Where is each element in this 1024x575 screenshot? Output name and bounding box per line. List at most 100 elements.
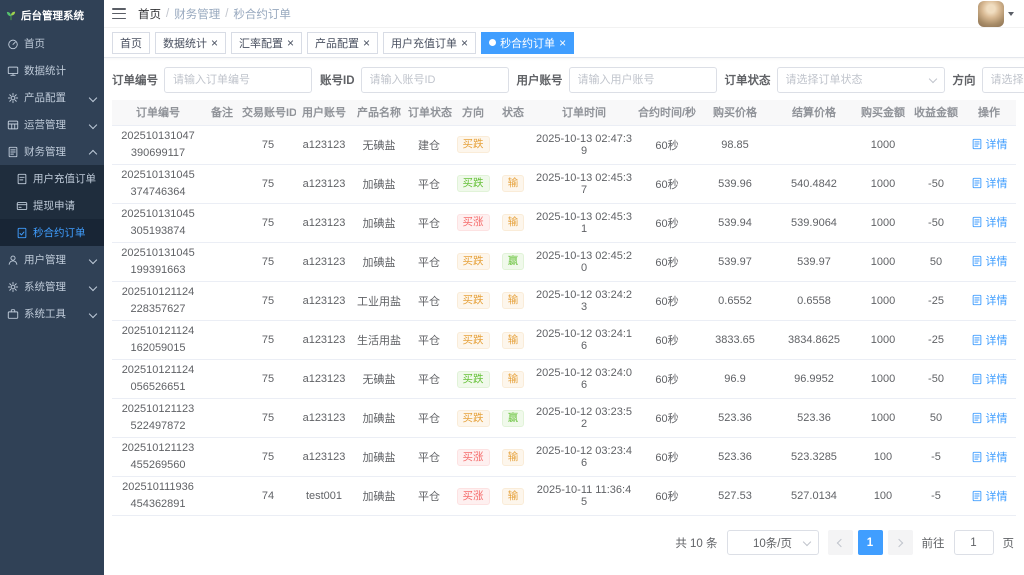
cell-profit: -50 bbox=[910, 164, 962, 203]
cell-buy-price: 539.97 bbox=[698, 242, 772, 281]
cell-settle-price bbox=[772, 125, 856, 164]
detail-icon bbox=[971, 490, 983, 502]
cell-duration: 60秒 bbox=[636, 281, 698, 320]
direction-badge: 买跌 bbox=[457, 410, 490, 427]
cell-product: 加碘盐 bbox=[352, 438, 406, 477]
tabs-bar: 首页 数据统计 × 汇率配置 × 产品配置 × bbox=[104, 28, 1024, 58]
cell-product: 无碘盐 bbox=[352, 360, 406, 399]
tab[interactable]: 用户充值订单 × bbox=[383, 32, 476, 54]
sidebar-item[interactable]: 产品配置 bbox=[0, 84, 104, 111]
cell-user-account: a123123 bbox=[296, 438, 352, 477]
table-row: 202510111936 454362891 74 test001 加碘盐 平仓… bbox=[112, 477, 1016, 516]
chevron-icon bbox=[89, 94, 97, 102]
breadcrumb-item[interactable]: 财务管理 bbox=[174, 6, 220, 22]
tab[interactable]: 秒合约订单 × bbox=[481, 32, 574, 54]
detail-link[interactable]: 详情 bbox=[971, 449, 1008, 465]
cell-buy-price: 527.53 bbox=[698, 477, 772, 516]
close-icon[interactable]: × bbox=[559, 37, 566, 49]
tab[interactable]: 产品配置 × bbox=[307, 32, 378, 54]
page-size-select[interactable]: 10条/页 bbox=[727, 530, 819, 555]
caret-down-icon[interactable] bbox=[1008, 12, 1014, 16]
cell-user-account: a123123 bbox=[296, 399, 352, 438]
cell-duration: 60秒 bbox=[636, 164, 698, 203]
detail-link[interactable]: 详情 bbox=[971, 371, 1008, 387]
sidebar-item[interactable]: 数据统计 bbox=[0, 57, 104, 84]
chevron-right-icon bbox=[895, 539, 903, 547]
cell-account-id: 75 bbox=[240, 203, 296, 242]
filter-input[interactable] bbox=[777, 67, 945, 93]
status-badge: 赢 bbox=[502, 253, 525, 270]
cell-remark bbox=[204, 164, 240, 203]
status-badge: 输 bbox=[502, 332, 525, 349]
sidebar-item[interactable]: 秒合约订单 bbox=[0, 219, 104, 246]
sidebar-item[interactable]: 提现申请 bbox=[0, 192, 104, 219]
tab[interactable]: 汇率配置 × bbox=[231, 32, 302, 54]
prev-page-button[interactable] bbox=[828, 530, 853, 555]
detail-link[interactable]: 详情 bbox=[971, 488, 1008, 504]
cell-user-account: a123123 bbox=[296, 360, 352, 399]
sidebar-item[interactable]: 运营管理 bbox=[0, 111, 104, 138]
top-navbar: 首页 / 财务管理 / 秒合约订单 bbox=[104, 0, 1024, 28]
filter-input[interactable] bbox=[569, 67, 717, 93]
detail-link[interactable]: 详情 bbox=[971, 136, 1008, 152]
cell-order-time: 2025-10-12 03:23:46 bbox=[532, 438, 636, 477]
chevron-icon bbox=[89, 121, 97, 129]
sidebar-item[interactable]: 用户管理 bbox=[0, 246, 104, 273]
detail-link[interactable]: 详情 bbox=[971, 214, 1008, 230]
close-icon[interactable]: × bbox=[287, 37, 294, 49]
cell-buy-price: 98.85 bbox=[698, 125, 772, 164]
table-header-cell: 交易账号ID bbox=[240, 100, 296, 125]
tools-icon bbox=[7, 308, 19, 320]
breadcrumb-item[interactable]: 秒合约订单 bbox=[233, 6, 291, 22]
cell-settle-price: 539.97 bbox=[772, 242, 856, 281]
cell-remark bbox=[204, 438, 240, 477]
sidebar-item[interactable]: 系统管理 bbox=[0, 273, 104, 300]
direction-badge: 买涨 bbox=[457, 449, 490, 466]
detail-link[interactable]: 详情 bbox=[971, 253, 1008, 269]
table-header-cell: 操作 bbox=[962, 100, 1016, 125]
filter-input[interactable] bbox=[164, 67, 312, 93]
cell-account-id: 75 bbox=[240, 164, 296, 203]
cell-product: 加碘盐 bbox=[352, 242, 406, 281]
close-icon[interactable]: × bbox=[363, 37, 370, 49]
sidebar-item[interactable]: 用户充值订单 bbox=[0, 165, 104, 192]
cell-user-account: a123123 bbox=[296, 203, 352, 242]
sidebar-item[interactable]: 系统工具 bbox=[0, 300, 104, 327]
goto-page-input[interactable] bbox=[954, 530, 994, 555]
table-header-cell: 用户账号 bbox=[296, 100, 352, 125]
cell-user-account: a123123 bbox=[296, 164, 352, 203]
detail-link[interactable]: 详情 bbox=[971, 175, 1008, 191]
tab[interactable]: 首页 bbox=[112, 32, 150, 54]
table-header-cell: 订单时间 bbox=[532, 100, 636, 125]
product-config-icon bbox=[7, 92, 19, 104]
close-icon[interactable]: × bbox=[461, 37, 468, 49]
close-icon[interactable]: × bbox=[211, 37, 218, 49]
breadcrumb-item[interactable]: 首页 bbox=[138, 6, 161, 22]
sidebar-toggle-icon[interactable] bbox=[112, 8, 126, 19]
total-count: 共 10 条 bbox=[675, 535, 717, 551]
sidebar-item[interactable]: 首页 bbox=[0, 30, 104, 57]
page-number-active[interactable]: 1 bbox=[858, 530, 883, 555]
detail-icon bbox=[971, 216, 983, 228]
cell-account-id: 75 bbox=[240, 242, 296, 281]
page-unit-label: 页 bbox=[1003, 535, 1015, 551]
sidebar-item[interactable]: 财务管理 bbox=[0, 138, 104, 165]
table-header-cell: 结算价格 bbox=[772, 100, 856, 125]
tab-label: 首页 bbox=[120, 35, 142, 51]
filter-input[interactable] bbox=[982, 67, 1024, 93]
cell-buy-amount: 1000 bbox=[856, 164, 910, 203]
detail-link[interactable]: 详情 bbox=[971, 332, 1008, 348]
next-page-button[interactable] bbox=[888, 530, 913, 555]
detail-link[interactable]: 详情 bbox=[971, 292, 1008, 308]
cell-settle-price: 540.4842 bbox=[772, 164, 856, 203]
app-logo: 后台管理系统 bbox=[0, 0, 104, 30]
cell-remark bbox=[204, 477, 240, 516]
user-avatar[interactable] bbox=[978, 1, 1004, 27]
cell-buy-amount: 1000 bbox=[856, 320, 910, 359]
cell-account-id: 75 bbox=[240, 125, 296, 164]
cell-product: 无碘盐 bbox=[352, 125, 406, 164]
tab[interactable]: 数据统计 × bbox=[155, 32, 226, 54]
detail-link[interactable]: 详情 bbox=[971, 410, 1008, 426]
cell-profit: -5 bbox=[910, 477, 962, 516]
filter-input[interactable] bbox=[361, 67, 509, 93]
